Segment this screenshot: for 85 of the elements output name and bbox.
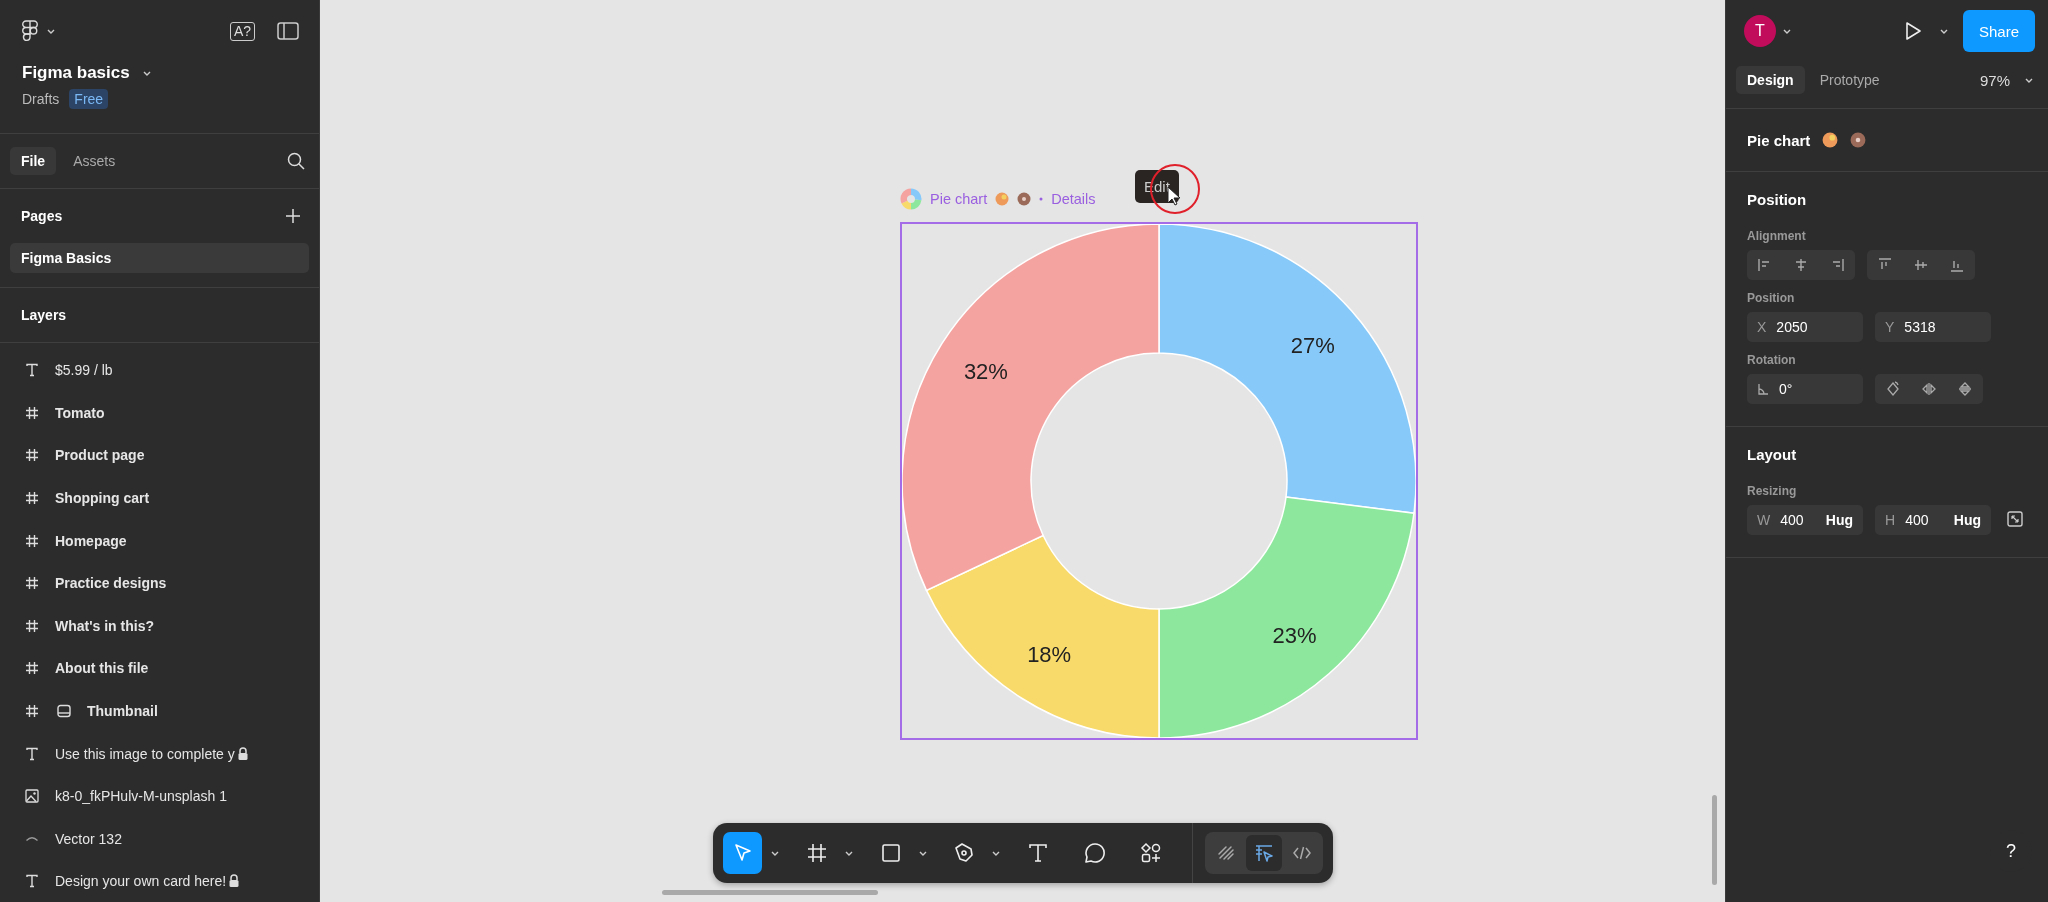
field-label: Resizing (1747, 483, 1798, 500)
transform-icon (1885, 381, 1901, 397)
page-item[interactable]: Figma Basics (10, 243, 309, 273)
file-location: Drafts (22, 91, 60, 107)
frame-icon (25, 405, 39, 420)
percent-label: 27% (1290, 333, 1335, 359)
comment-icon (1083, 842, 1106, 864)
width-field[interactable]: W 400 Hug (1747, 505, 1863, 535)
layer-name[interactable]: k8-0_fkPHulv-M-unsplash 1 (55, 788, 227, 805)
donut-chart-icon (900, 188, 922, 210)
donut-icon (1850, 132, 1867, 148)
scrollbar[interactable] (1712, 795, 1717, 885)
text-icon (1027, 842, 1050, 864)
section-heading: Pages (21, 208, 63, 224)
percent-label: 18% (1027, 642, 1072, 668)
x-field[interactable]: X 2050 (1747, 312, 1863, 342)
image-icon (25, 789, 39, 804)
field-label: Alignment (1747, 228, 1807, 245)
transform-icon (1957, 381, 1973, 397)
selection-title: Pie chart (1747, 131, 1811, 149)
section-heading: Layout (1747, 444, 1798, 465)
donut-icon (1017, 192, 1032, 206)
layer-name[interactable]: Practice designs (55, 575, 167, 592)
file-name[interactable]: Figma basics (22, 63, 130, 83)
field-label: Rotation (1747, 352, 1797, 369)
figma-logo-icon[interactable] (22, 20, 38, 42)
user-avatar[interactable]: T (1744, 15, 1776, 47)
align-icon (1913, 257, 1929, 273)
resize-icon (2007, 510, 2023, 527)
layer-name[interactable]: Tomato (55, 404, 105, 421)
panel-tab[interactable]: File (10, 147, 57, 175)
pen-icon (953, 842, 976, 864)
zoom-level[interactable]: 97% (1979, 71, 2010, 89)
layer-name[interactable]: $5.99 / lb (55, 362, 113, 379)
frame-icon (25, 576, 39, 591)
layer-name[interactable]: Thumbnail (87, 703, 158, 720)
fruit-icon (1822, 132, 1839, 148)
dot-icon (1039, 197, 1044, 201)
text-icon (25, 874, 39, 889)
section-heading: Position (1747, 189, 1808, 210)
scrollbar[interactable] (662, 890, 878, 895)
frame-icon (25, 661, 39, 676)
frame-icon (805, 842, 828, 864)
layer-name[interactable]: Homepage (55, 532, 127, 549)
text-icon (25, 363, 39, 378)
percent-label: 32% (963, 359, 1008, 385)
accessibility-button[interactable]: A? (229, 21, 255, 41)
search-icon[interactable] (287, 152, 305, 170)
frame-icon (25, 448, 39, 463)
frame-icon (25, 704, 39, 719)
panel-tab[interactable]: Assets (62, 147, 127, 175)
lock-icon (228, 874, 241, 889)
layer-name[interactable]: Vector 132 (55, 830, 122, 847)
layer-name[interactable]: What's in this? (55, 617, 154, 634)
panel-tab[interactable]: Design (1736, 66, 1805, 94)
frame-icon (25, 533, 39, 548)
plan-badge: Free (69, 89, 109, 109)
layer-name[interactable]: Product page (55, 447, 145, 464)
rectangle-icon (879, 842, 902, 864)
rotation-field[interactable]: 0° (1747, 374, 1863, 404)
percent-label: 23% (1272, 622, 1317, 648)
layer-name[interactable]: Design your own card here! (55, 873, 227, 890)
sidebar-toggle-icon[interactable] (277, 22, 299, 40)
transform-icon (1921, 381, 1937, 397)
layer-name[interactable]: Use this image to complete y (55, 745, 235, 762)
design-mode-icon (1254, 843, 1274, 863)
layer-name[interactable]: Shopping cart (55, 490, 150, 507)
mode-button[interactable] (1246, 835, 1282, 871)
y-field[interactable]: Y 5318 (1875, 312, 1991, 342)
field-label: Position (1747, 290, 1796, 307)
add-icon[interactable] (285, 208, 301, 224)
align-icon (1793, 257, 1809, 273)
lock-icon (236, 746, 249, 761)
height-field[interactable]: H 400 Hug (1875, 505, 1991, 535)
text-icon (25, 746, 39, 761)
fruit-icon (995, 192, 1010, 206)
frame-icon (25, 491, 39, 506)
section-heading: Layers (21, 307, 67, 323)
panel-tab[interactable]: Prototype (1808, 66, 1891, 94)
frame-icon (25, 618, 39, 633)
squiggle-icon (1216, 843, 1236, 863)
tool-button[interactable] (723, 832, 763, 874)
layer-name[interactable]: About this file (55, 660, 149, 677)
shapes-plus-icon (1140, 842, 1163, 864)
angle-icon (1757, 383, 1769, 395)
